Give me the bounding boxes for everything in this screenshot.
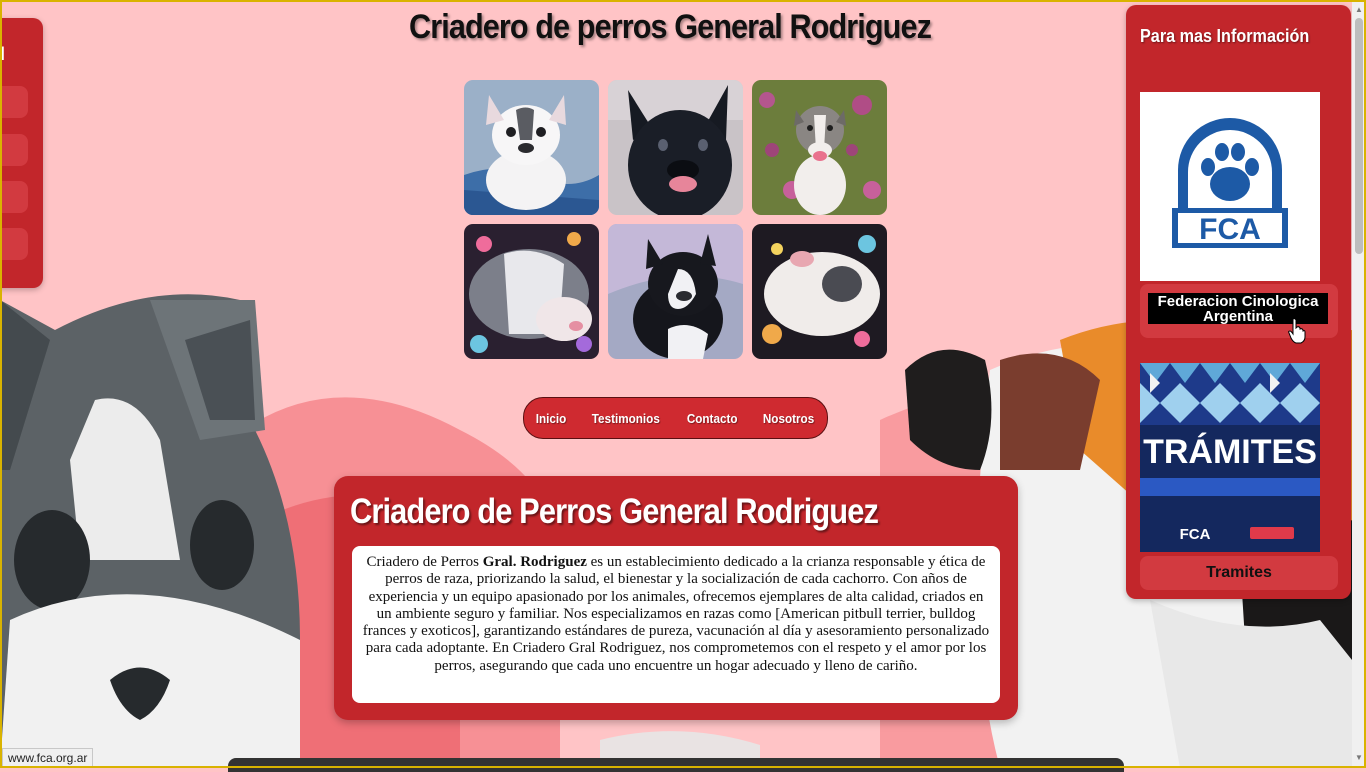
- about-section: Criadero de Perros General Rodriguez Cri…: [334, 476, 1018, 720]
- puppy-photo-2[interactable]: [608, 80, 743, 215]
- nav-link-testimonios[interactable]: Testimonios: [592, 411, 660, 426]
- left-side-panel: l: [0, 18, 43, 288]
- white-french-bulldog-puppy-image: [464, 80, 599, 215]
- bottom-content-edge: [228, 758, 1124, 772]
- scroll-up-arrow-icon[interactable]: ▲: [1352, 2, 1366, 18]
- puppy-photo-6[interactable]: [752, 224, 887, 359]
- pitbull-in-flowers-image: [752, 80, 887, 215]
- about-text-start: Criadero de Perros: [366, 554, 483, 570]
- left-panel-text: l: [0, 44, 6, 64]
- page-scrollbar[interactable]: ▲ ▼: [1352, 0, 1366, 768]
- left-panel-item-1[interactable]: [0, 86, 28, 118]
- left-panel-item-4[interactable]: [0, 228, 28, 260]
- nav-link-nosotros[interactable]: Nosotros: [763, 411, 814, 426]
- fca-logo-text: FCA: [1199, 213, 1261, 246]
- left-panel-item-3[interactable]: [0, 181, 28, 213]
- sleeping-gray-puppy-image: [464, 224, 599, 359]
- info-side-panel: Para mas Información FCA Federacion Cino…: [1126, 5, 1351, 599]
- info-panel-title: Para mas Información: [1140, 26, 1310, 46]
- black-french-bulldog-image: [608, 80, 743, 215]
- about-heading: Criadero de Perros General Rodriguez: [350, 492, 879, 531]
- scroll-down-arrow-icon[interactable]: ▼: [1352, 750, 1366, 766]
- black-white-french-bulldog-puppy-image: [608, 224, 743, 359]
- status-bar-url: www.fca.org.ar: [2, 748, 94, 768]
- puppy-gallery: [464, 80, 888, 359]
- scroll-thumb[interactable]: [1355, 18, 1363, 254]
- puppy-photo-4[interactable]: [464, 224, 599, 359]
- geometric-pattern-icon: TRÁMITES FCA: [1140, 363, 1320, 552]
- main-nav: Inicio Testimonios Contacto Nosotros: [523, 397, 828, 439]
- about-text: Criadero de Perros Gral. Rodriguez es un…: [352, 546, 1000, 703]
- puppy-photo-5[interactable]: [608, 224, 743, 359]
- tramites-link[interactable]: Tramites: [1140, 556, 1338, 590]
- left-panel-item-2[interactable]: [0, 134, 28, 166]
- tramites-banner-text: TRÁMITES: [1143, 433, 1317, 471]
- fca-link-card: Federacion Cinologica Argentina: [1140, 284, 1338, 338]
- about-text-bold: Gral. Rodriguez: [482, 554, 587, 570]
- tramites-banner[interactable]: TRÁMITES FCA: [1140, 363, 1320, 552]
- puppy-photo-1[interactable]: [464, 80, 599, 215]
- white-puppy-on-blanket-image: [752, 224, 887, 359]
- nav-link-contacto[interactable]: Contacto: [686, 411, 737, 426]
- page-title: Criadero de perros General Rodriguez: [409, 8, 932, 46]
- fca-logo[interactable]: FCA: [1140, 92, 1320, 281]
- hand-pointer-cursor-icon: [1288, 318, 1306, 344]
- puppy-photo-3[interactable]: [752, 80, 887, 215]
- nav-link-inicio[interactable]: Inicio: [536, 411, 567, 426]
- paw-icon: FCA: [1172, 118, 1288, 248]
- about-text-rest: es un establecimiento dedicado a la cria…: [362, 554, 990, 674]
- tramites-banner-footer: FCA: [1180, 526, 1211, 543]
